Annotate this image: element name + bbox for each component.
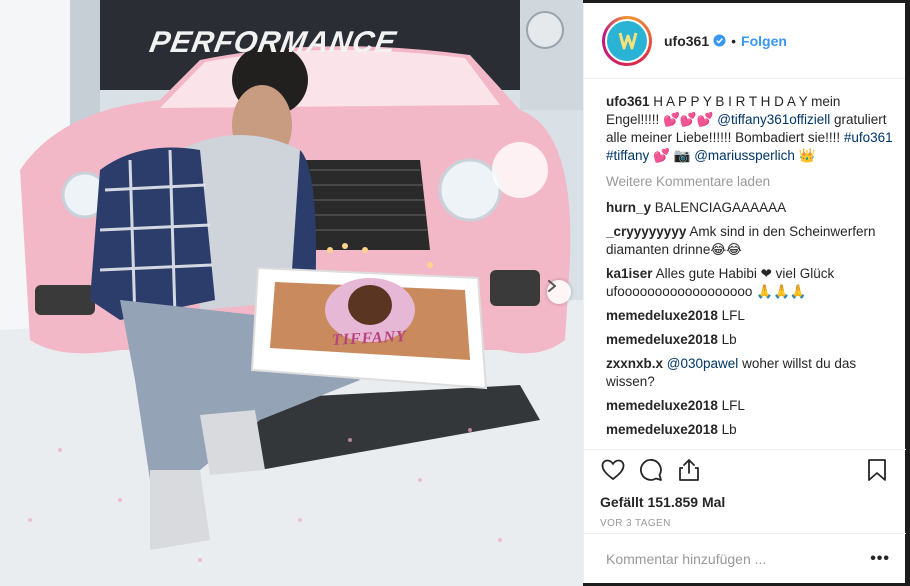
action-icons: [600, 450, 890, 490]
caption-hashtag-2[interactable]: #tiffany: [606, 148, 649, 163]
comment-icon: [640, 459, 662, 481]
share-icon: [679, 459, 699, 481]
caption-mention[interactable]: @tiffany361offiziell: [717, 112, 830, 127]
likes-count[interactable]: Gefällt 151.859 Mal: [600, 490, 890, 514]
header-username[interactable]: ufo361: [664, 33, 709, 49]
separator-dot: •: [731, 32, 737, 49]
comment: memedeluxe2018 LFL: [606, 307, 896, 325]
avatar[interactable]: [602, 15, 652, 66]
comment-username[interactable]: memedeluxe2018: [606, 422, 718, 437]
caption-hearts: 💕💕💕: [663, 112, 714, 127]
post-photo: PERFORMANCE TIFFANY: [0, 0, 583, 586]
post-caption: ufo361 H A P P Y B I R T H D A Y mein En…: [606, 93, 896, 165]
comment-text: LFL: [721, 398, 745, 413]
avatar-image: [605, 18, 649, 63]
bookmark-icon: [868, 459, 886, 481]
comment-username[interactable]: hurn_y: [606, 200, 651, 215]
comment: _cryyyyyyyy Amk sind in den Scheinwerfer…: [606, 223, 896, 259]
follow-button[interactable]: Folgen: [741, 33, 787, 49]
caption-hashtag[interactable]: #ufo361: [844, 130, 893, 145]
instagram-post-modal: PERFORMANCE TIFFANY ufo361 • Folgen ufo3…: [0, 0, 910, 586]
comment-username[interactable]: _cryyyyyyyy: [606, 224, 686, 239]
comment-text: LFL: [721, 308, 745, 323]
comment-input[interactable]: [606, 550, 871, 567]
comment-username[interactable]: zxxnxb.x: [606, 356, 663, 371]
save-button[interactable]: [864, 457, 890, 483]
comment-button[interactable]: [638, 457, 664, 483]
like-button[interactable]: [600, 457, 626, 483]
post-header: ufo361 • Folgen: [584, 3, 905, 79]
comment-username[interactable]: memedeluxe2018: [606, 332, 718, 347]
add-comment-bar: •••: [584, 533, 906, 583]
post-panel: ufo361 • Folgen ufo361 H A P P Y B I R T…: [583, 3, 906, 583]
ufo-logo-icon: [618, 32, 638, 49]
next-photo-button[interactable]: [547, 280, 571, 304]
caption-emoji: 💕 📷: [653, 148, 691, 163]
caption-mention-2[interactable]: @mariussperlich: [694, 148, 795, 163]
comment: ka1iser Alles gute Habibi ❤ viel Glück u…: [606, 265, 896, 301]
comment-text: BALENCIAGAAAAAA: [654, 200, 787, 215]
post-timestamp[interactable]: VOR 3 TAGEN: [600, 518, 890, 529]
comments-list[interactable]: ufo361 H A P P Y B I R T H D A Y mein En…: [606, 93, 896, 445]
comment-text: Lb: [721, 332, 737, 347]
comment: memedeluxe2018 Lb: [606, 421, 896, 439]
comment-username[interactable]: ka1iser: [606, 266, 653, 281]
heart-icon: [601, 459, 625, 481]
comment: zxxnxb.x @030pawel woher willst du das w…: [606, 355, 896, 391]
comment: memedeluxe2018 Lb: [606, 331, 896, 349]
caption-crown: 👑: [798, 148, 816, 163]
load-more-comments[interactable]: Weitere Kommentare laden: [606, 173, 896, 191]
more-options-button[interactable]: •••: [870, 550, 890, 568]
share-button[interactable]: [676, 457, 702, 483]
caption-username[interactable]: ufo361: [606, 94, 650, 109]
comment-username[interactable]: memedeluxe2018: [606, 398, 718, 413]
comment: hurn_y BALENCIAGAAAAAA: [606, 199, 896, 217]
comment-text: Lb: [721, 422, 737, 437]
comment-mention[interactable]: @030pawel: [667, 356, 739, 371]
chevron-right-icon: [548, 280, 556, 292]
comment-username[interactable]: memedeluxe2018: [606, 308, 718, 323]
comment: memedeluxe2018 LFL: [606, 397, 896, 415]
verified-icon: [713, 34, 726, 47]
post-actions: Gefällt 151.859 Mal VOR 3 TAGEN: [584, 449, 906, 529]
photo-scene: [0, 0, 583, 586]
banner-text: PERFORMANCE: [147, 26, 400, 59]
